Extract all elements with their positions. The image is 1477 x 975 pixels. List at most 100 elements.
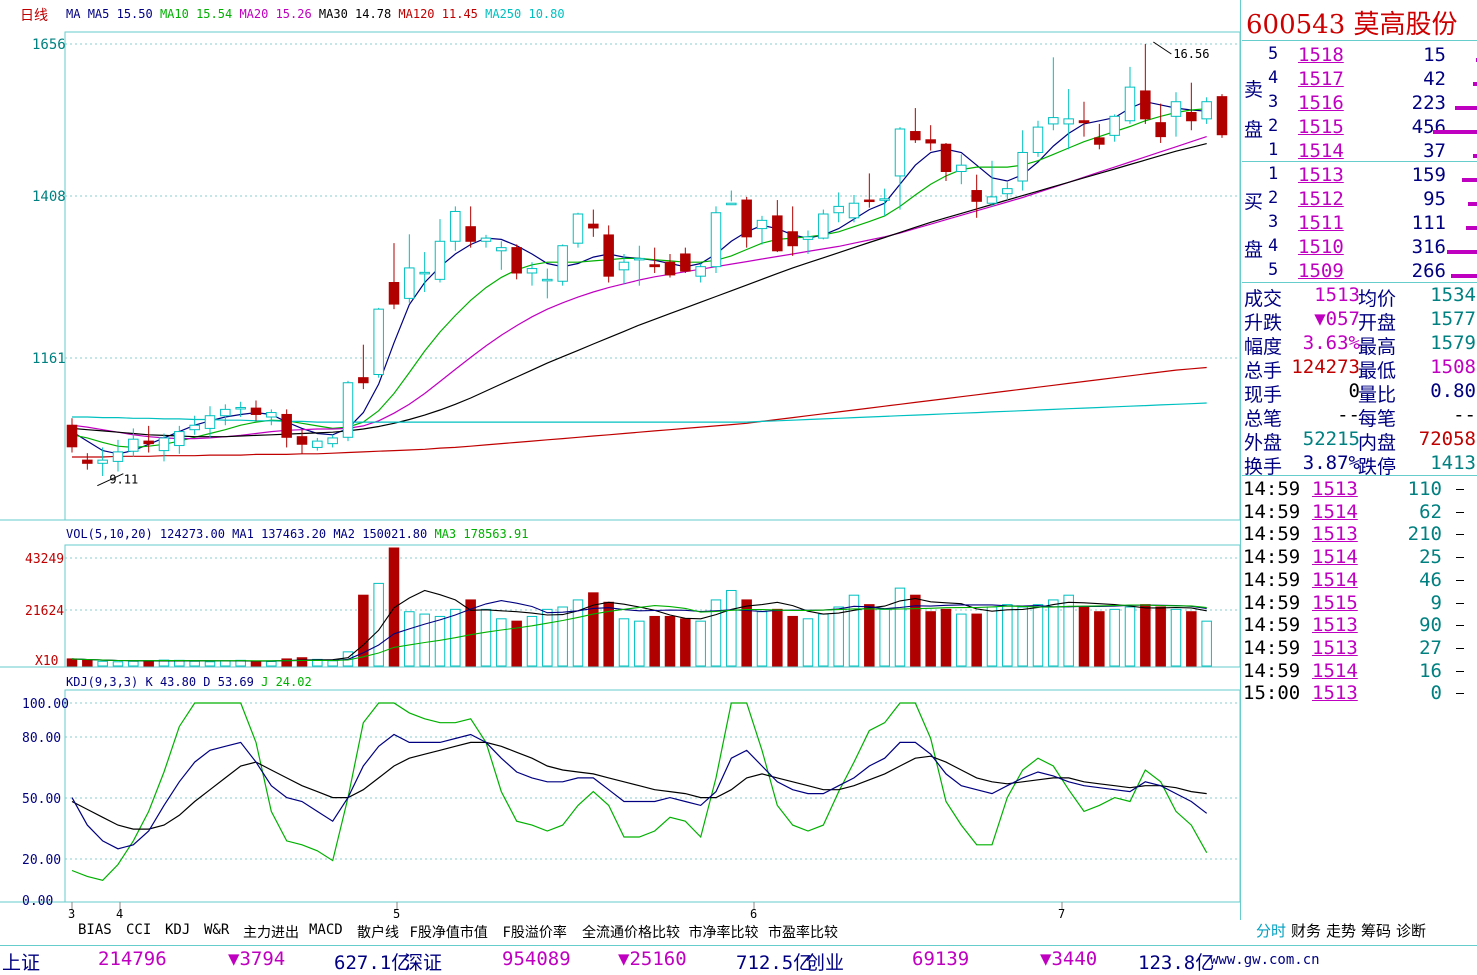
candle-up (112, 451, 124, 462)
candle-up (618, 261, 630, 271)
book-price: 1514 (1298, 140, 1344, 162)
book-volume: 159 (1411, 164, 1446, 186)
book-price: 1516 (1298, 92, 1344, 114)
ma-legend-item: 15.50 (117, 7, 160, 21)
indicator-tab[interactable]: MACD (309, 922, 343, 938)
volume-bar-up (189, 660, 200, 667)
right-tab[interactable]: 筹码 (1361, 920, 1391, 941)
vol-legend-item: VOL(5,10,20) (66, 527, 160, 541)
tick-marker (1456, 602, 1464, 604)
x-tick-label: 4 (116, 907, 123, 920)
indicator-tab[interactable]: 市盈率比较 (768, 922, 838, 942)
tick-marker (1456, 557, 1464, 559)
status-item: ▼3794 (228, 948, 286, 970)
indicator-tabs: BIAS CCI KDJ W&R 主力进出 MACD 散户线 F股净值市值 F股溢价率 全流通价格… (76, 922, 1240, 942)
candle-up (1032, 126, 1044, 153)
volume-bar-down (940, 608, 952, 667)
buy-side-label: 买 (1244, 191, 1264, 213)
indicator-tab[interactable]: W&R (204, 922, 229, 938)
volume-bar-down (1186, 611, 1197, 667)
kdj-legend-item: 53.69 (218, 675, 261, 689)
candle-down (664, 261, 676, 276)
candle-up (266, 412, 277, 418)
stock-title: 600543 莫高股份 (1246, 4, 1458, 41)
panel-separator (1242, 40, 1477, 41)
candle-down (143, 440, 154, 445)
indicator-tab[interactable]: F股净值市值 (410, 922, 488, 942)
vol-legend-item: 150021.80 (362, 527, 434, 541)
candle-up (1170, 101, 1182, 117)
book-price: 1513 (1298, 164, 1344, 186)
kdj-tick-label: 0.00 (22, 894, 53, 909)
kline-chart[interactable]: 日线 MA MA5 15.50 MA10 15.54 MA20 15.26 MA3… (0, 0, 1240, 920)
candle-up (695, 266, 706, 277)
candle-up (1002, 188, 1013, 195)
sell-side-label: 盘 (1244, 119, 1264, 141)
quote-label: 最低 (1358, 360, 1397, 382)
candle-up (879, 198, 890, 201)
volume-bar-up (726, 589, 737, 667)
volume-bar-down (66, 658, 78, 667)
volume-bar-up (542, 608, 553, 667)
indicator-tab[interactable]: 全流通价格比较 (582, 922, 680, 942)
candle-up (894, 128, 906, 177)
candle-down (925, 139, 936, 144)
right-tab[interactable]: 分时 (1256, 920, 1286, 941)
volume-bar-up (128, 660, 139, 667)
vol-legend-item: 178563.91 (463, 527, 528, 541)
ma-legend-item: 11.45 (442, 7, 485, 21)
candle-up (496, 247, 507, 252)
candle-up (802, 236, 814, 240)
indicator-tab[interactable]: BIAS (78, 922, 112, 938)
kdj-k-line (71, 733, 1208, 850)
right-tab[interactable]: 财务 (1291, 920, 1321, 941)
volume-bar-up (695, 620, 706, 667)
book-level: 5 (1268, 44, 1279, 64)
tick-volume: 62 (1419, 500, 1442, 523)
book-volume-bar (1468, 202, 1477, 206)
book-price: 1511 (1298, 212, 1344, 234)
candle-up (1063, 118, 1074, 125)
quote-label: 最高 (1358, 336, 1397, 358)
tick-volume: 210 (1407, 523, 1442, 546)
book-price: 1510 (1298, 236, 1344, 258)
right-tab[interactable]: 诊断 (1396, 920, 1426, 941)
status-item: www.gw.com.cn (1210, 952, 1320, 968)
indicator-tab[interactable]: 主力进出 (243, 922, 299, 942)
tick-marker (1456, 579, 1464, 581)
volume-bar-up (480, 608, 492, 667)
book-level: 3 (1268, 92, 1279, 112)
book-volume-bar (1447, 250, 1477, 254)
indicator-tab[interactable]: F股溢价率 (503, 922, 567, 942)
tick-price: 1514 (1312, 568, 1358, 591)
vol-legend: VOL(5,10,20) 124273.00 MA1 137463.20 MA2… (66, 527, 528, 541)
volume-bar-up (756, 611, 768, 667)
right-tab[interactable]: 走势 (1326, 920, 1356, 941)
book-level: 4 (1268, 68, 1279, 88)
kdj-legend-item: 24.02 (276, 675, 312, 689)
indicator-tab[interactable]: 散户线 (357, 922, 399, 942)
kdj-legend-item: K (145, 675, 159, 689)
volume-bar-up (710, 599, 722, 667)
candle-down (603, 234, 614, 277)
kdj-tick-label: 100.00 (22, 697, 69, 712)
candle-up (189, 424, 200, 431)
volume-bar-up (1017, 606, 1028, 667)
book-level: 5 (1268, 260, 1279, 280)
kdj-tick-label: 20.00 (22, 853, 61, 868)
quote-value: 72058 (1418, 428, 1476, 450)
ma-legend-item: 15.26 (276, 7, 319, 21)
kdj-panel-frame (64, 689, 1240, 903)
volume-bar-up (97, 660, 108, 667)
stock-code: 600543 (1246, 10, 1346, 40)
candle-down (940, 143, 952, 173)
book-price: 1518 (1298, 44, 1344, 66)
price-tick-label: 1161 (32, 351, 66, 367)
indicator-tab[interactable]: KDJ (165, 922, 190, 938)
candle-up (404, 267, 415, 299)
volume-bar-up (634, 620, 645, 667)
indicator-tab[interactable]: CCI (126, 922, 151, 938)
candle-down (250, 407, 262, 415)
book-volume-bar (1455, 106, 1477, 110)
indicator-tab[interactable]: 市净率比较 (689, 922, 759, 942)
